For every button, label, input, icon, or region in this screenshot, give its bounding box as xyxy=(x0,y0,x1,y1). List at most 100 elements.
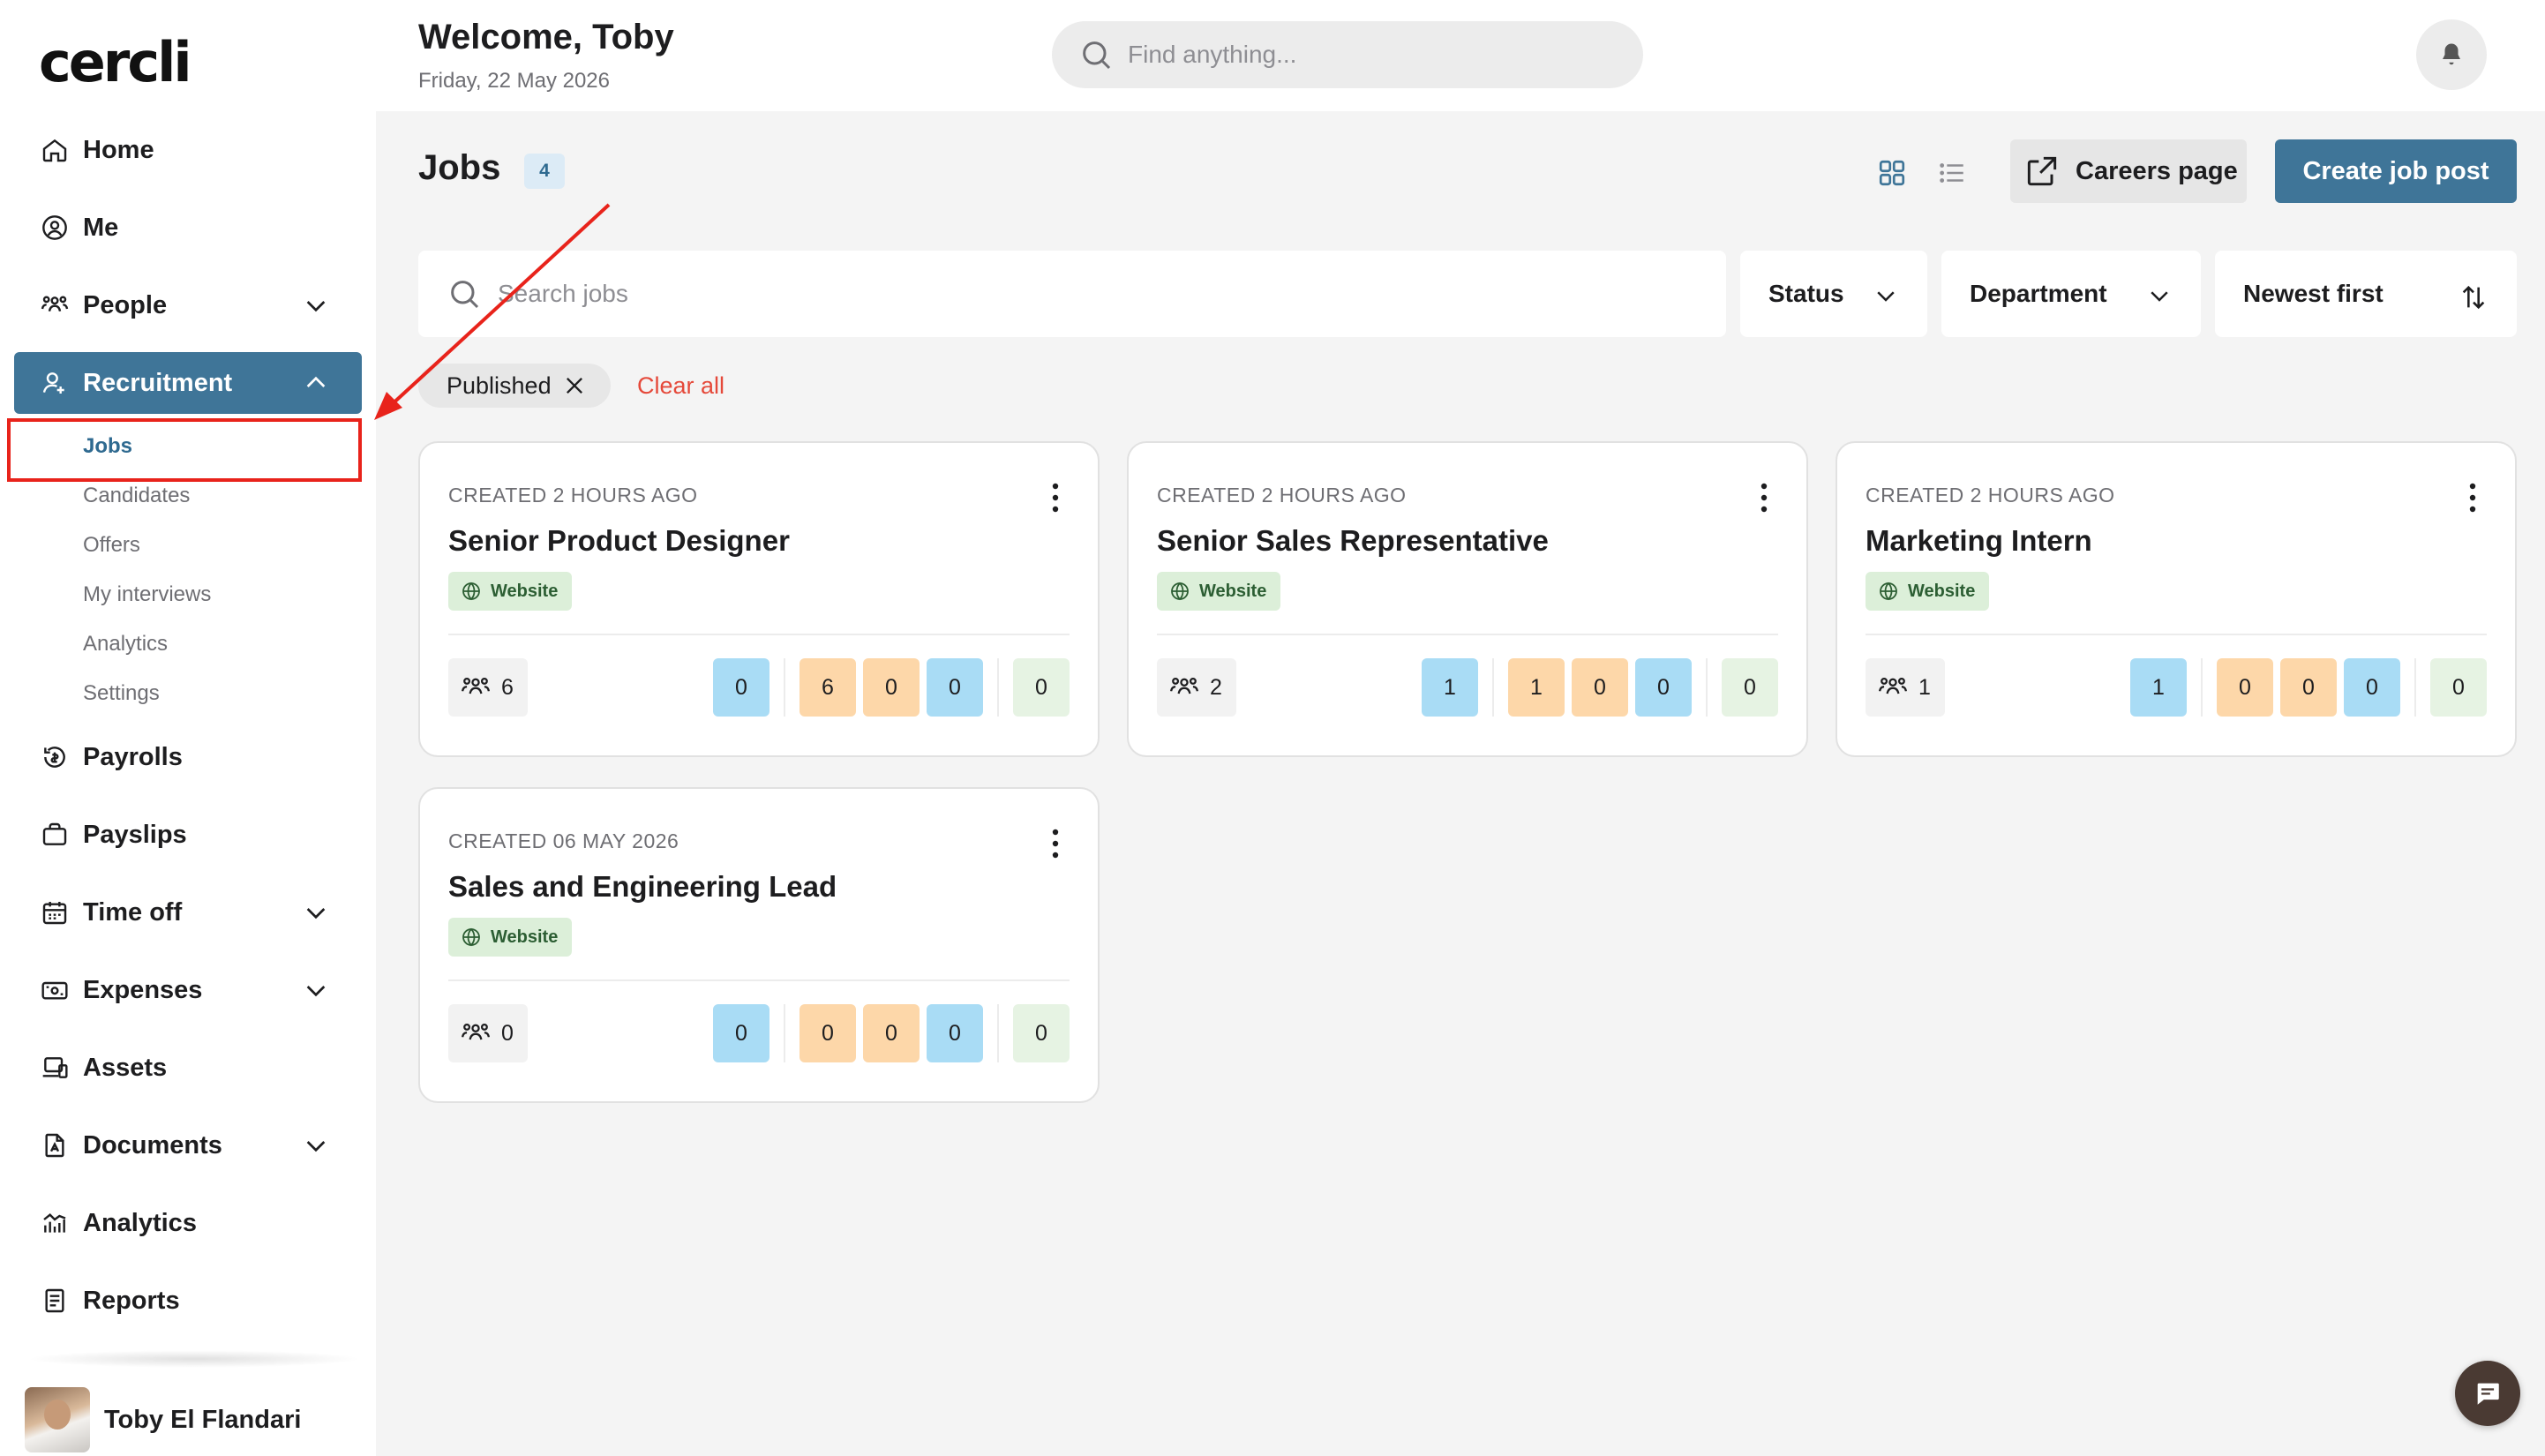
globe-icon xyxy=(1878,581,1899,602)
top-header: Welcome, Toby Friday, 22 May 2026 Find a… xyxy=(376,0,2545,111)
briefcase-icon xyxy=(39,819,71,851)
app-logo[interactable]: cercli xyxy=(39,30,192,94)
chip-label: Published xyxy=(447,372,552,399)
sidebar-item-time-off[interactable]: Time off xyxy=(14,882,362,943)
job-channel-tag: Website xyxy=(448,572,573,611)
stage-count[interactable]: 0 xyxy=(1635,658,1692,717)
stage-count[interactable]: 0 xyxy=(1722,658,1778,717)
sidebar-item-payrolls[interactable]: Payrolls xyxy=(14,726,362,788)
job-created-date: CREATED 06 MAY 2026 xyxy=(448,829,679,852)
current-date: Friday, 22 May 2026 xyxy=(418,69,610,93)
stage-count[interactable]: 0 xyxy=(713,658,770,717)
stage-count[interactable]: 0 xyxy=(2344,658,2400,717)
close-icon[interactable] xyxy=(562,373,587,398)
stage-count[interactable]: 0 xyxy=(1572,658,1628,717)
sidebar-item-label: Home xyxy=(83,135,154,164)
job-card[interactable]: CREATED 2 HOURS AGO Marketing Intern Web… xyxy=(1836,441,2517,757)
stage-separator xyxy=(1706,658,1708,717)
published-filter-chip[interactable]: Published xyxy=(418,364,611,408)
annotation-highlight-box xyxy=(7,418,362,482)
stage-count[interactable]: 0 xyxy=(1013,1004,1070,1062)
stage-count[interactable]: 1 xyxy=(1422,658,1478,717)
sidebar-item-people[interactable]: People xyxy=(14,274,362,336)
reports-icon xyxy=(39,1285,71,1317)
sidebar-item-documents[interactable]: Documents xyxy=(14,1115,362,1176)
notifications-button[interactable] xyxy=(2416,19,2487,90)
subnav-candidates[interactable]: Candidates xyxy=(83,484,190,508)
job-title[interactable]: Senior Product Designer xyxy=(448,524,790,558)
stage-count[interactable]: 1 xyxy=(1508,658,1565,717)
chat-icon xyxy=(2473,1378,2503,1408)
jobs-search-input[interactable]: Search jobs xyxy=(418,251,1726,337)
status-filter-dropdown[interactable]: Status xyxy=(1740,251,1927,337)
department-filter-label: Department xyxy=(1970,280,2107,307)
sidebar: cercli Home Me People Recruitment Jobs C… xyxy=(0,0,376,1456)
department-filter-dropdown[interactable]: Department xyxy=(1941,251,2201,337)
sidebar-item-expenses[interactable]: Expenses xyxy=(14,959,362,1021)
more-options-icon[interactable] xyxy=(1050,828,1061,859)
stage-count[interactable]: 0 xyxy=(927,1004,983,1062)
stage-count[interactable]: 0 xyxy=(713,1004,770,1062)
calendar-icon xyxy=(39,897,71,928)
job-card[interactable]: CREATED 2 HOURS AGO Senior Product Desig… xyxy=(418,441,1100,757)
stage-separator xyxy=(784,1004,785,1062)
sidebar-item-me[interactable]: Me xyxy=(14,197,362,259)
more-options-icon[interactable] xyxy=(1050,482,1061,514)
user-circle-icon xyxy=(39,212,71,244)
sidebar-item-payslips[interactable]: Payslips xyxy=(14,804,362,866)
subnav-analytics[interactable]: Analytics xyxy=(83,632,168,657)
people-icon xyxy=(1169,672,1199,702)
sidebar-item-home[interactable]: Home xyxy=(14,119,362,181)
sidebar-item-recruitment[interactable]: Recruitment xyxy=(14,352,362,414)
stage-count[interactable]: 6 xyxy=(800,658,856,717)
grid-icon xyxy=(1876,157,1908,189)
subnav-my-interviews[interactable]: My interviews xyxy=(83,582,211,607)
careers-page-button[interactable]: Careers page xyxy=(2010,139,2247,203)
create-job-post-button[interactable]: Create job post xyxy=(2275,139,2517,203)
chevron-down-icon xyxy=(2146,282,2173,309)
card-divider xyxy=(1157,634,1778,635)
stage-count[interactable]: 0 xyxy=(800,1004,856,1062)
stage-count[interactable]: 0 xyxy=(2280,658,2337,717)
more-options-icon[interactable] xyxy=(2467,482,2478,514)
people-icon xyxy=(1878,672,1908,702)
stage-count[interactable]: 0 xyxy=(1013,658,1070,717)
sidebar-item-label: Payslips xyxy=(83,820,187,849)
job-title[interactable]: Senior Sales Representative xyxy=(1157,524,1549,558)
stage-separator xyxy=(784,658,785,717)
more-options-icon[interactable] xyxy=(1759,482,1769,514)
list-view-button[interactable] xyxy=(1934,155,1970,191)
job-card[interactable]: CREATED 2 HOURS AGO Senior Sales Represe… xyxy=(1127,441,1808,757)
job-card[interactable]: CREATED 06 MAY 2026 Sales and Engineerin… xyxy=(418,787,1100,1103)
subnav-settings[interactable]: Settings xyxy=(83,681,160,706)
chevron-down-icon xyxy=(302,1131,330,1160)
sidebar-item-assets[interactable]: Assets xyxy=(14,1037,362,1099)
stage-count[interactable]: 0 xyxy=(863,658,920,717)
job-title[interactable]: Marketing Intern xyxy=(1866,524,2092,558)
search-icon xyxy=(1078,37,1114,72)
applicants-count: 2 xyxy=(1157,658,1236,717)
stage-count[interactable]: 0 xyxy=(2430,658,2487,717)
sidebar-item-label: Analytics xyxy=(83,1208,197,1237)
clear-all-link[interactable]: Clear all xyxy=(637,372,724,400)
global-search-input[interactable]: Find anything... xyxy=(1052,21,1643,88)
job-title[interactable]: Sales and Engineering Lead xyxy=(448,870,837,904)
stage-count[interactable]: 1 xyxy=(2130,658,2187,717)
chat-support-button[interactable] xyxy=(2455,1361,2520,1426)
stage-count[interactable]: 0 xyxy=(2217,658,2273,717)
avatar xyxy=(25,1387,90,1452)
sort-arrows-icon xyxy=(2459,282,2489,312)
stage-count[interactable]: 0 xyxy=(927,658,983,717)
sidebar-divider xyxy=(26,1350,362,1368)
sidebar-item-analytics[interactable]: Analytics xyxy=(14,1192,362,1254)
user-profile[interactable]: Toby El Flandari xyxy=(25,1387,301,1452)
sort-dropdown[interactable]: Newest first xyxy=(2215,251,2517,337)
sidebar-item-reports[interactable]: Reports xyxy=(14,1270,362,1332)
globe-icon xyxy=(461,927,482,948)
grid-view-button[interactable] xyxy=(1874,155,1910,191)
subnav-offers[interactable]: Offers xyxy=(83,533,140,558)
recruit-icon xyxy=(39,367,71,399)
sidebar-item-label: Assets xyxy=(83,1053,168,1082)
assets-icon xyxy=(39,1052,71,1084)
stage-count[interactable]: 0 xyxy=(863,1004,920,1062)
